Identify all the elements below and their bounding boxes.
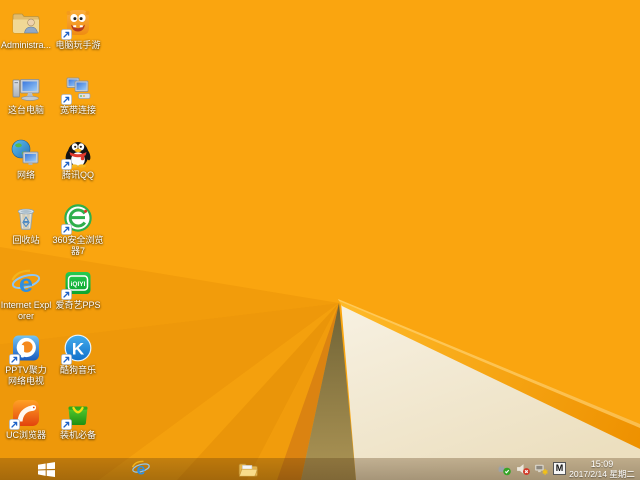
pptv-icon xyxy=(10,332,42,364)
desktop-icon-label: 宽带连接 xyxy=(59,105,96,115)
clock-date: 2017/2/14 星期二 xyxy=(569,469,635,479)
broadband-icon xyxy=(62,72,94,104)
desktop-icon-kugou-music[interactable]: 酷狗音乐 xyxy=(52,331,104,396)
desktop-icon-label: Administra... xyxy=(0,40,51,50)
iqiyi-pps-icon xyxy=(62,267,94,299)
desktop-icon-label: UC浏览器 xyxy=(6,430,46,440)
safely-remove-hardware-icon[interactable] xyxy=(497,462,511,476)
internet-explorer-icon xyxy=(10,267,42,299)
desktop-icon-grid: Administra... 这台电脑 网络 回收站 Internet Explo… xyxy=(0,6,104,461)
desktop-icon-label: 360安全浏览器7 xyxy=(52,235,104,256)
desktop-icon-uc-browser[interactable]: UC浏览器 xyxy=(0,396,52,461)
qq-icon xyxy=(62,137,94,169)
desktop-icon-administrator[interactable]: Administra... xyxy=(0,6,52,71)
desktop-icon-label: 网络 xyxy=(16,170,35,180)
shortcut-arrow-icon xyxy=(61,224,72,235)
desktop-icon-pptv[interactable]: PPTV聚力 网络电视 xyxy=(0,331,52,396)
desktop-icon-this-pc[interactable]: 这台电脑 xyxy=(0,71,52,136)
taskbar-file-explorer-button[interactable] xyxy=(228,458,268,480)
network-icon xyxy=(10,137,42,169)
shortcut-arrow-icon xyxy=(9,354,20,365)
file-explorer-icon xyxy=(238,460,258,478)
internet-explorer-icon xyxy=(131,459,151,479)
shortcut-arrow-icon xyxy=(61,94,72,105)
kugou-music-icon xyxy=(62,332,94,364)
360-secure-browser-icon xyxy=(62,202,94,234)
pc-mobile-game-icon xyxy=(62,7,94,39)
desktop-icon-360-browser[interactable]: 360安全浏览器7 xyxy=(52,201,104,266)
desktop-icon-label: PPTV聚力 网络电视 xyxy=(5,365,47,386)
recycle-bin-icon xyxy=(10,202,42,234)
shortcut-arrow-icon xyxy=(9,419,20,430)
shortcut-arrow-icon xyxy=(61,419,72,430)
taskbar-clock[interactable]: 15:09 2017/2/14 星期二 xyxy=(566,459,638,479)
desktop-icon-qq[interactable]: 腾讯QQ xyxy=(52,136,104,201)
shortcut-arrow-icon xyxy=(61,29,72,40)
user-folder-icon xyxy=(10,7,42,39)
desktop-icon-software-bundle[interactable]: 装机必备 xyxy=(52,396,104,461)
desktop-icon-network[interactable]: 网络 xyxy=(0,136,52,201)
network-warning-icon[interactable] xyxy=(534,462,548,476)
taskbar: M 15:09 2017/2/14 星期二 xyxy=(0,458,640,480)
desktop: e iQIYI K xyxy=(0,0,640,480)
desktop-icon-label: 腾讯QQ xyxy=(61,170,94,180)
clock-time: 15:09 xyxy=(590,459,614,469)
uc-browser-icon xyxy=(10,397,42,429)
taskbar-internet-explorer-button[interactable] xyxy=(121,458,161,480)
desktop-icon-iqiyi-pps[interactable]: 爱奇艺PPS xyxy=(52,266,104,331)
volume-muted-icon[interactable] xyxy=(516,462,530,476)
desktop-icon-label: 回收站 xyxy=(12,235,40,245)
desktop-icon-label: 电脑玩手游 xyxy=(55,40,101,50)
desktop-icon-pc-mobile-game[interactable]: 电脑玩手游 xyxy=(52,6,104,71)
desktop-icon-broadband[interactable]: 宽带连接 xyxy=(52,71,104,136)
desktop-icon-label: 酷狗音乐 xyxy=(59,365,96,375)
shortcut-arrow-icon xyxy=(61,159,72,170)
windows-start-icon xyxy=(38,462,55,477)
ime-indicator[interactable]: M xyxy=(553,462,566,475)
software-bundle-bag-icon xyxy=(62,397,94,429)
desktop-icon-label: 爱奇艺PPS xyxy=(55,300,101,310)
desktop-icon-recycle-bin[interactable]: 回收站 xyxy=(0,201,52,266)
this-pc-icon xyxy=(10,72,42,104)
desktop-icon-label: 这台电脑 xyxy=(7,105,44,115)
start-button[interactable] xyxy=(26,458,66,480)
desktop-icon-internet-explorer[interactable]: Internet Explorer xyxy=(0,266,52,331)
shortcut-arrow-icon xyxy=(61,354,72,365)
shortcut-arrow-icon xyxy=(61,289,72,300)
desktop-icon-label: Internet Explorer xyxy=(0,300,52,321)
desktop-icon-label: 装机必备 xyxy=(59,430,96,440)
